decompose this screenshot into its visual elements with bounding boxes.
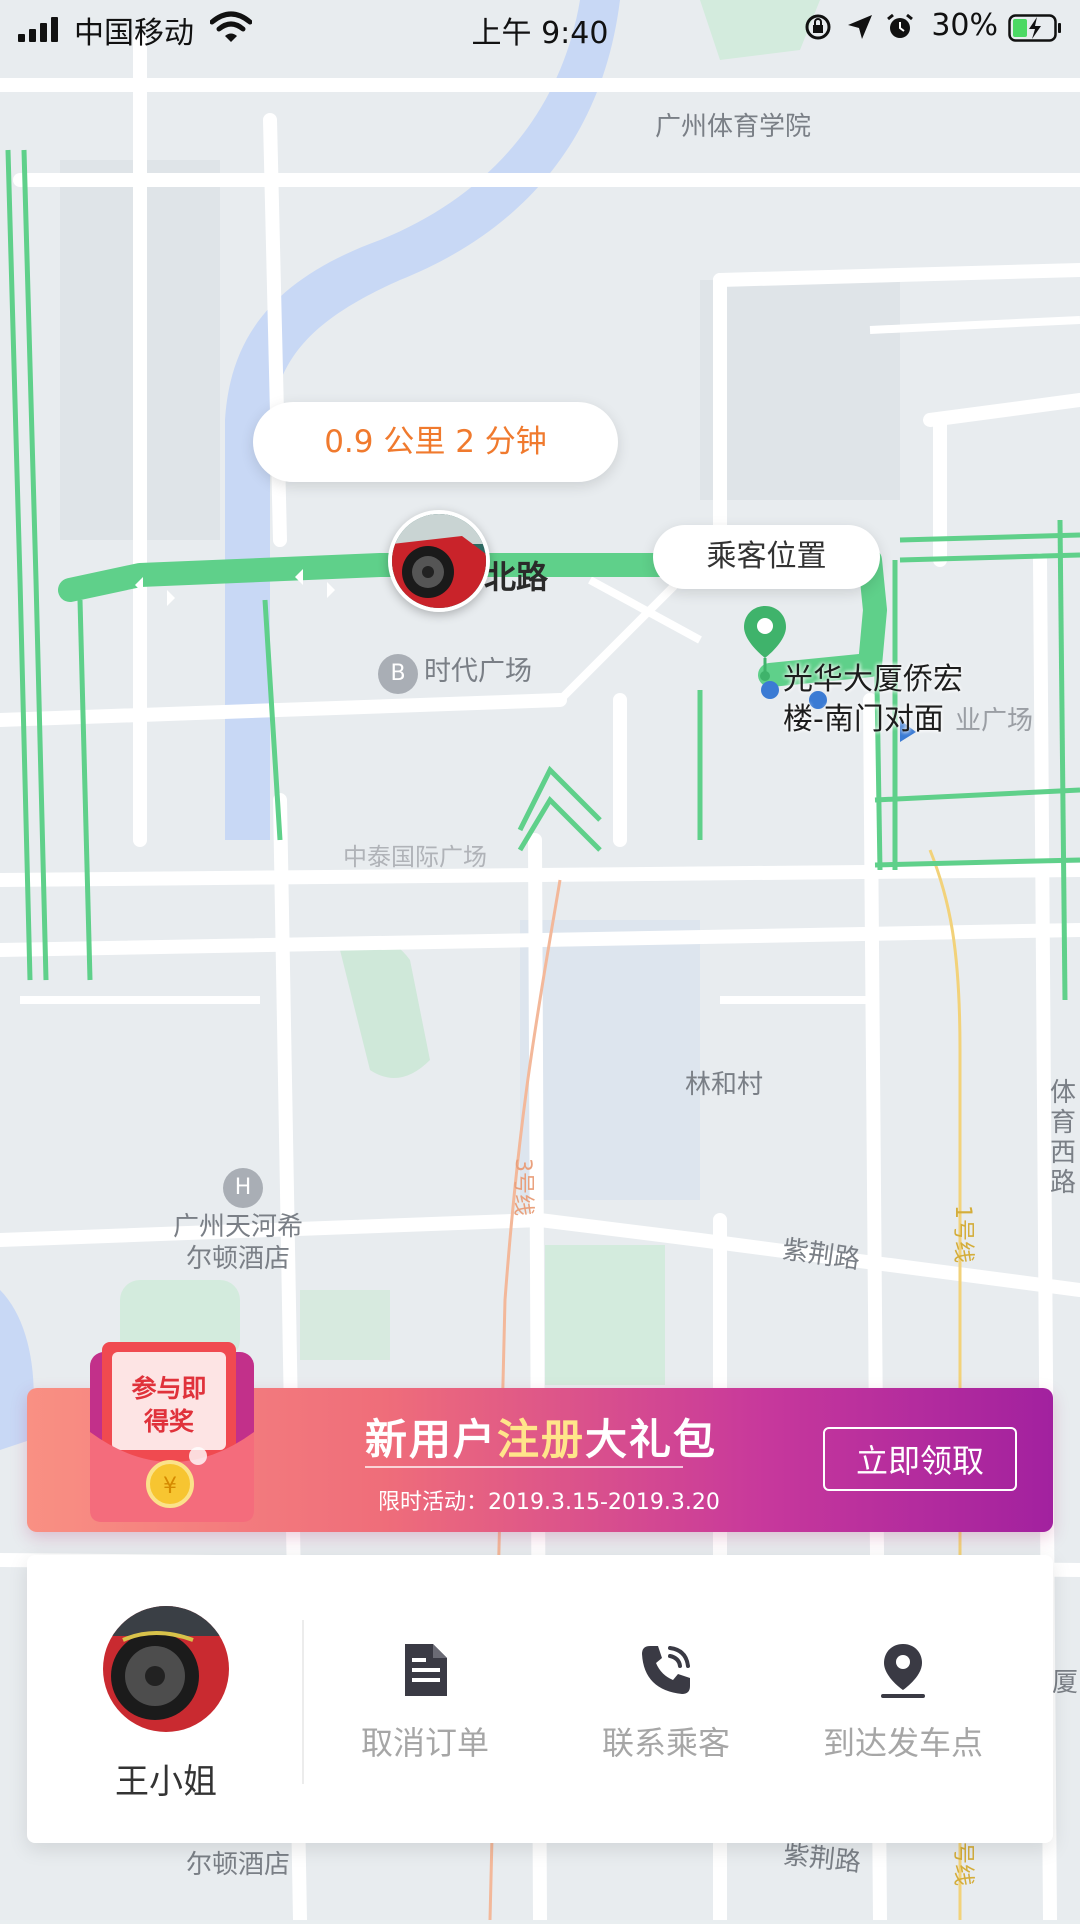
promo-title-highlight: 注册 xyxy=(497,1415,586,1464)
map-label-hilton-1: 广州天河希 xyxy=(173,1212,304,1242)
status-time: 上午 9:40 xyxy=(471,16,609,51)
pickup-pin-icon xyxy=(744,606,786,681)
promo-graphic-text-1: 参与即 xyxy=(131,1374,206,1403)
status-bar: 中国移动 上午 9:40 30% xyxy=(0,0,1080,56)
map-label-sports-college: 广州体育学院 xyxy=(655,112,812,142)
map-label-road: 北路 xyxy=(484,558,549,596)
building-icon: B xyxy=(378,654,418,694)
alarm-icon xyxy=(887,13,913,38)
red-envelope-icon: 参与即 得奖 ¥ xyxy=(90,1342,254,1522)
map-label-industry-plaza: 业广场 xyxy=(955,706,1034,736)
map-label-hilton-bottom: 尔顿酒店 xyxy=(186,1850,291,1880)
location-pin-icon xyxy=(881,1644,925,1698)
battery-icon xyxy=(1008,14,1061,42)
cancel-order-button[interactable]: 取消订单 xyxy=(315,1640,535,1764)
map-label-line1: 1号线 xyxy=(950,1205,975,1263)
location-arrow-icon xyxy=(848,15,872,39)
promo-title-part1: 新用户 xyxy=(365,1415,498,1464)
map-label-tiyu-west: 体育西路 xyxy=(1050,1078,1077,1198)
promo-graphic-text-2: 得奖 xyxy=(143,1407,194,1436)
passenger-location-bubble: 乘客位置 xyxy=(653,525,880,589)
passenger-name: 王小姐 xyxy=(115,1762,217,1802)
map-label-line3: 3号线 xyxy=(510,1158,535,1216)
pickup-line-1: 光华大厦侨宏 xyxy=(783,662,963,697)
document-icon xyxy=(405,1644,447,1696)
eta-bubble: 0.9 公里 2 分钟 xyxy=(253,402,618,482)
map-label-hilton-2: 尔顿酒店 xyxy=(186,1244,291,1274)
arrive-pickup-button[interactable]: 到达发车点 xyxy=(793,1640,1013,1764)
promo-title: 新用户注册大礼包 xyxy=(365,1406,717,1467)
pickup-line-2: 楼-南门对面 xyxy=(783,702,944,737)
eta-duration: 2 分钟 xyxy=(455,424,547,460)
contact-passenger-label: 联系乘客 xyxy=(601,1724,730,1762)
map-label-line-bottom: 号线 xyxy=(950,1842,975,1887)
battery-percentage: 30% xyxy=(931,8,998,43)
card-divider xyxy=(302,1620,304,1784)
promo-subtitle: 限时活动：2019.3.15-2019.3.20 xyxy=(378,1490,720,1515)
pickup-point-label: 光华大厦侨宏 楼-南门对面 xyxy=(783,660,963,740)
eta-distance: 0.9 公里 xyxy=(324,424,446,460)
contact-passenger-button[interactable]: 联系乘客 xyxy=(556,1640,776,1764)
passenger-avatar[interactable] xyxy=(103,1606,229,1732)
hotel-icon: H xyxy=(223,1168,263,1208)
driver-car-avatar[interactable] xyxy=(388,510,490,612)
avatar-photo xyxy=(103,1606,229,1732)
rotation-lock-icon xyxy=(805,14,831,40)
claim-now-button[interactable]: 立即领取 xyxy=(823,1427,1017,1491)
map-label-times-square: 时代广场 xyxy=(424,656,532,687)
promo-title-part2: 大礼包 xyxy=(585,1415,718,1464)
map-label-zhongtai: 中泰国际广场 xyxy=(343,843,487,871)
map-label-linhe-village: 林和村 xyxy=(685,1070,764,1100)
promo-divider xyxy=(365,1466,683,1468)
arrive-pickup-label: 到达发车点 xyxy=(822,1724,983,1762)
svg-text:¥: ¥ xyxy=(163,1474,177,1499)
phone-icon xyxy=(642,1646,690,1694)
cancel-order-label: 取消订单 xyxy=(360,1724,489,1762)
car-photo xyxy=(392,514,486,608)
map-label-edge: 厦 xyxy=(1052,1668,1079,1698)
